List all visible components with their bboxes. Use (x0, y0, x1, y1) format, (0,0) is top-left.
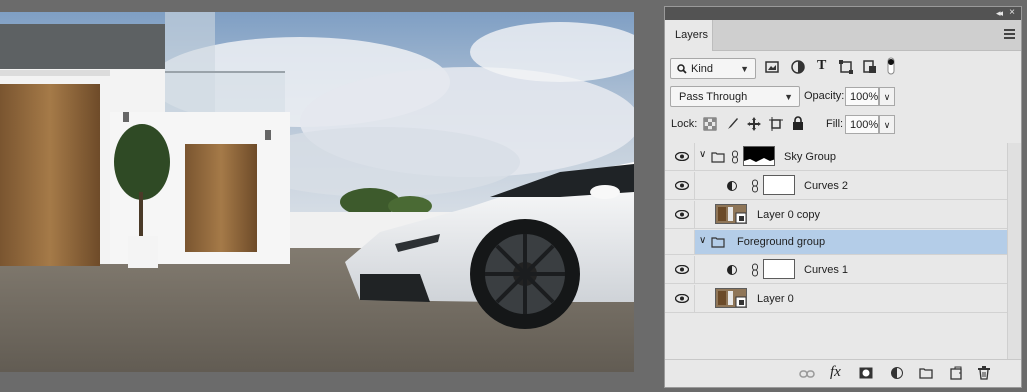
visibility-eye-icon[interactable] (675, 152, 689, 161)
layer-name: Curves 2 (804, 180, 849, 192)
expand-chevron-icon[interactable]: ∨ (699, 235, 706, 246)
layer-mask-thumbnail[interactable] (763, 259, 795, 279)
layers-list: ∨ Sky Group Curves 2 Layer 0 copy ∨ Fore… (665, 143, 1021, 361)
layer-row-sky-group[interactable]: ∨ Sky Group (665, 143, 1007, 171)
layer-row-layer-0[interactable]: Layer 0 (665, 285, 1007, 313)
layer-mask-thumbnail[interactable] (743, 146, 775, 166)
layer-thumbnail[interactable] (715, 204, 747, 224)
layers-panel: ◂◂ × Layers Kind ▼ T Pass Through ▼ Opac… (664, 6, 1022, 388)
layer-row-curves-2[interactable]: Curves 2 (665, 172, 1007, 200)
fill-label: Fill: (826, 118, 844, 130)
layer-row-layer-0-copy[interactable]: Layer 0 copy (665, 201, 1007, 229)
link-icon[interactable] (751, 263, 759, 277)
new-group-folder-icon[interactable] (919, 367, 933, 379)
layer-mask-thumbnail[interactable] (763, 175, 795, 195)
layer-style-fx-icon[interactable]: fx (830, 364, 841, 381)
folder-icon (711, 237, 725, 248)
visibility-eye-icon[interactable] (675, 181, 689, 190)
layer-name: Layer 0 (757, 293, 794, 305)
adjustment-layer-icon (727, 265, 737, 275)
layer-name: Foreground group (737, 236, 826, 248)
folder-icon (711, 152, 725, 163)
link-layers-icon[interactable] (799, 369, 815, 379)
lock-position-icon[interactable] (747, 117, 761, 131)
panel-tab-bar: Layers (665, 20, 1021, 51)
search-icon (677, 64, 687, 74)
blend-mode-value: Pass Through (679, 91, 748, 103)
opacity-dropdown-icon[interactable]: ∨ (879, 87, 895, 106)
link-icon[interactable] (731, 150, 739, 164)
lock-label: Lock: (671, 118, 698, 130)
fill-input[interactable]: 100% (845, 115, 879, 134)
layer-thumbnail[interactable] (715, 288, 747, 308)
new-layer-icon[interactable] (949, 366, 963, 380)
expand-chevron-icon[interactable]: ∨ (699, 149, 706, 160)
document-canvas[interactable] (0, 12, 634, 372)
add-mask-icon[interactable] (859, 367, 873, 379)
layer-name: Curves 1 (804, 264, 849, 276)
adjustment-layer-icon (727, 181, 737, 191)
layer-name: Layer 0 copy (757, 209, 820, 221)
panel-header-strip: ◂◂ × (665, 7, 1021, 20)
filter-toggle-icon[interactable] (886, 57, 896, 75)
blend-mode-select[interactable]: Pass Through ▼ (670, 86, 800, 107)
visibility-eye-icon[interactable] (675, 265, 689, 274)
chevron-down-icon: ▼ (740, 64, 749, 74)
lock-all-icon[interactable] (791, 116, 805, 130)
panel-menu-icon[interactable] (1004, 29, 1015, 39)
layers-footer: fx (665, 359, 1021, 387)
lock-artboards-icon[interactable] (769, 117, 783, 131)
chevron-down-icon: ▼ (784, 92, 793, 102)
layer-name: Sky Group (784, 151, 836, 163)
adjustment-layer-filter-icon[interactable] (791, 60, 805, 74)
opacity-label: Opacity: (804, 90, 845, 102)
pixel-layer-filter-icon[interactable] (765, 60, 779, 74)
smart-object-filter-icon[interactable] (863, 60, 877, 74)
tab-layers[interactable]: Layers (665, 20, 713, 51)
canvas-image (0, 12, 634, 372)
layer-row-curves-1[interactable]: Curves 1 (665, 256, 1007, 284)
lock-transparent-pixels-icon[interactable] (703, 117, 717, 131)
visibility-eye-icon[interactable] (675, 210, 689, 219)
filter-kind-value: Kind (691, 63, 714, 75)
delete-layer-trash-icon[interactable] (978, 366, 990, 380)
visibility-eye-icon[interactable] (675, 294, 689, 303)
shape-layer-filter-icon[interactable] (839, 60, 853, 74)
link-icon[interactable] (751, 179, 759, 193)
filter-kind-select[interactable]: Kind ▼ (670, 58, 756, 79)
close-panel-icon[interactable]: × (1009, 7, 1015, 18)
layer-row-foreground-group[interactable]: ∨ Foreground group (665, 230, 1007, 255)
new-adjustment-layer-icon[interactable] (891, 367, 903, 379)
type-layer-filter-icon[interactable]: T (817, 58, 831, 73)
opacity-input[interactable]: 100% (845, 87, 879, 106)
layers-scrollbar[interactable] (1007, 143, 1021, 361)
lock-image-pixels-icon[interactable] (725, 117, 739, 131)
collapse-panels-icon[interactable]: ◂◂ (996, 8, 1003, 19)
fill-dropdown-icon[interactable]: ∨ (879, 115, 895, 134)
